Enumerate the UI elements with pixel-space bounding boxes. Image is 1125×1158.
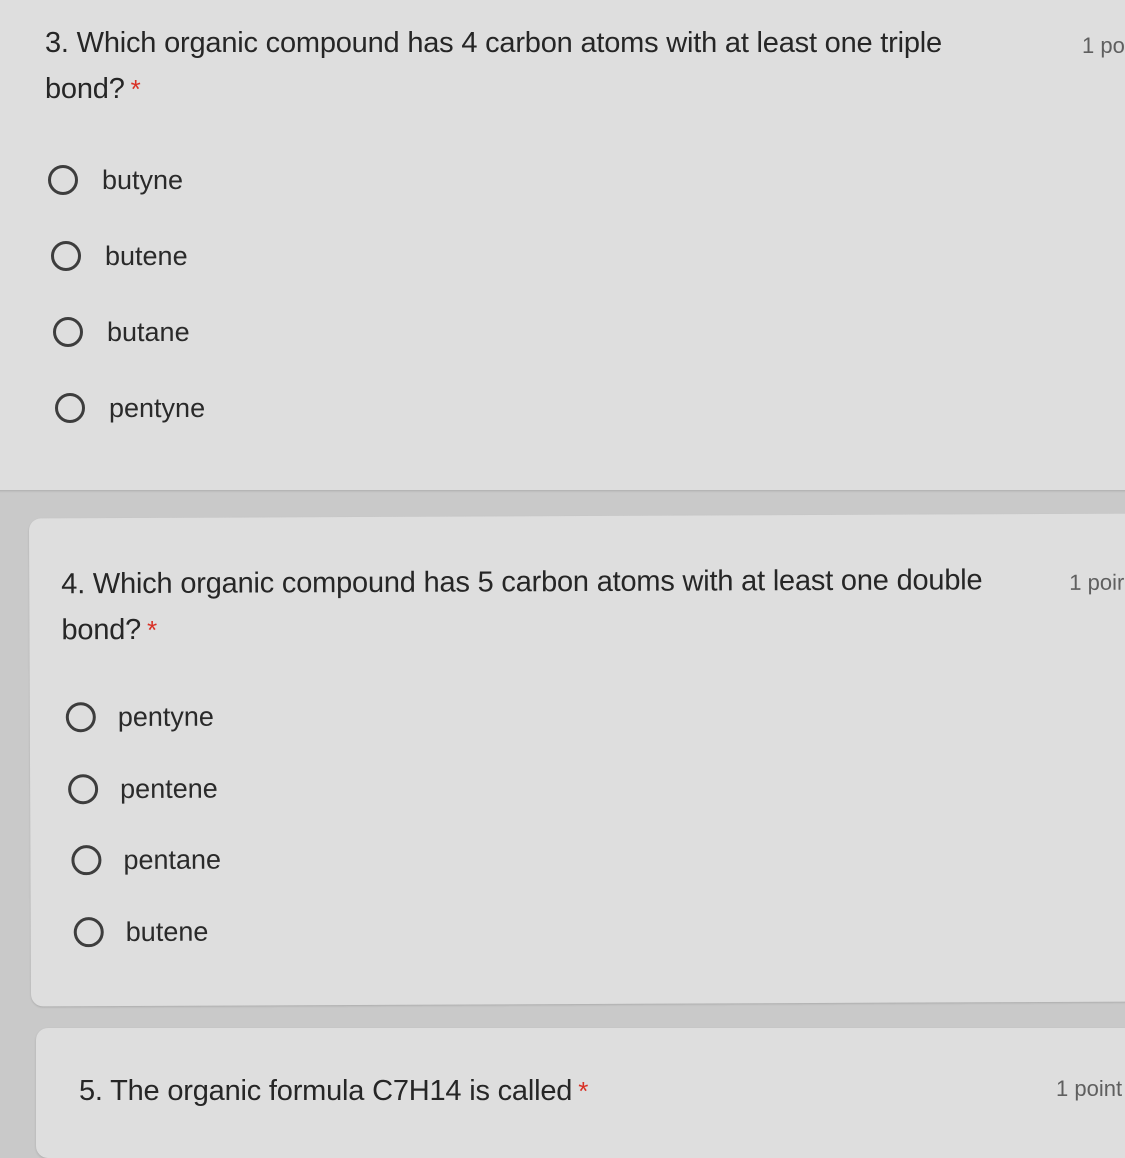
question-4-title: 4. Which organic compound has 5 carbon a…	[61, 557, 983, 653]
option-label: pentane	[123, 844, 222, 875]
option-label: butyne	[102, 164, 184, 195]
option-pentyne[interactable]: pentyne	[55, 386, 205, 430]
option-butyne[interactable]: butyne	[48, 158, 183, 202]
option-butene[interactable]: butene	[73, 910, 209, 955]
radio-button[interactable]	[73, 917, 104, 948]
radio-button[interactable]	[71, 845, 102, 876]
option-pentyne[interactable]: pentyne	[65, 695, 214, 740]
radio-button[interactable]	[55, 393, 85, 423]
question-3-points: 1 po	[1082, 33, 1125, 58]
question-card-5: 5. The organic formula C7H14 is called * …	[36, 1028, 1125, 1158]
question-card-3: 3. Which organic compound has 4 carbon a…	[0, 0, 1125, 490]
question-card-4: 4. Which organic compound has 5 carbon a…	[28, 513, 1125, 1007]
radio-button[interactable]	[48, 165, 78, 195]
radio-button[interactable]	[53, 317, 83, 347]
option-label: pentyne	[117, 701, 214, 732]
option-label: butane	[107, 316, 190, 347]
question-4-points: 1 poir	[1069, 569, 1125, 595]
question-5-points: 1 point	[1056, 1076, 1123, 1101]
option-pentene[interactable]: pentene	[68, 767, 218, 812]
option-butane[interactable]: butane	[53, 310, 190, 354]
option-label: butene	[105, 240, 188, 271]
radio-button[interactable]	[65, 702, 96, 733]
option-pentane[interactable]: pentane	[71, 838, 221, 883]
question-3-text-line1: 3. Which organic compound has 4 carbon a…	[45, 27, 942, 59]
option-label: butene	[125, 916, 209, 947]
radio-button[interactable]	[68, 774, 99, 805]
question-3-text-line2: bond?	[45, 73, 125, 105]
required-asterisk: *	[578, 1076, 589, 1106]
radio-button[interactable]	[51, 241, 81, 271]
option-butene[interactable]: butene	[51, 234, 188, 278]
required-asterisk: *	[130, 74, 141, 104]
question-4-text-line2: bond?	[61, 613, 142, 647]
question-5-text: 5. The organic formula C7H14 is called	[79, 1075, 573, 1107]
question-3-title: 3. Which organic compound has 4 carbon a…	[45, 20, 942, 112]
question-5-title: 5. The organic formula C7H14 is called *	[79, 1068, 588, 1114]
required-asterisk: *	[147, 614, 158, 645]
question-4-text-line1: 4. Which organic compound has 5 carbon a…	[61, 564, 983, 601]
option-label: pentyne	[109, 392, 206, 423]
option-label: pentene	[120, 773, 218, 804]
